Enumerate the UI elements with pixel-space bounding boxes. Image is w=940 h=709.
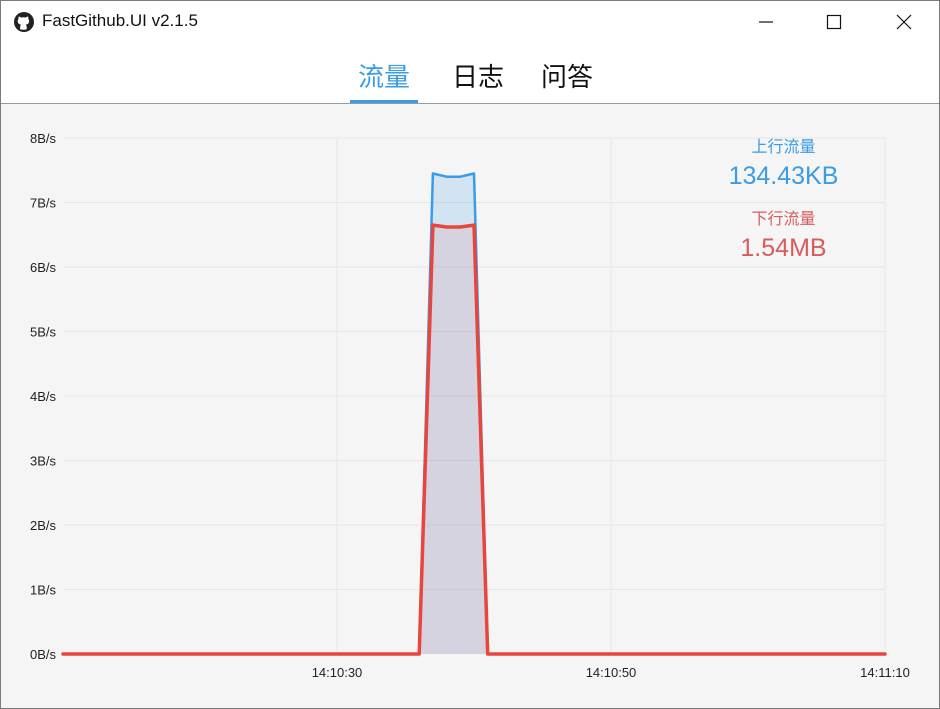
x-tick-label: 14:10:50	[586, 665, 637, 680]
close-button[interactable]	[869, 1, 939, 43]
minimize-button[interactable]	[731, 1, 801, 43]
y-tick-label: 7B/s	[30, 196, 57, 211]
traffic-panel: 0B/s 1B/s 2B/s 3B/s 4B/s 5B/s 6B/s 7B/s 8B/s 14:1…	[1, 104, 939, 708]
maximize-button[interactable]	[799, 1, 869, 43]
tab-faq[interactable]: 问答	[541, 57, 593, 103]
maximize-icon	[826, 14, 842, 30]
github-logo-icon	[14, 12, 34, 32]
title-bar[interactable]: FastGithub.UI v2.1.5	[1, 1, 939, 43]
download-label: 下行流量	[751, 209, 816, 228]
traffic-stats: 上行流量 134.43KB 下行流量 1.54MB	[701, 136, 866, 280]
y-tick-label: 4B/s	[30, 389, 57, 404]
window-title: FastGithub.UI v2.1.5	[42, 11, 198, 30]
active-tab-indicator	[350, 100, 418, 103]
y-tick-label: 3B/s	[30, 454, 57, 469]
download-value: 1.54MB	[740, 234, 827, 262]
upload-value: 134.43KB	[728, 162, 839, 190]
minimize-icon	[759, 21, 773, 23]
tab-traffic[interactable]: 流量	[358, 57, 410, 103]
y-tick-label: 8B/s	[30, 131, 57, 146]
x-tick-label: 14:10:30	[312, 665, 363, 680]
x-tick-label: 14:11:10	[860, 665, 910, 680]
y-tick-label: 0B/s	[30, 647, 57, 662]
y-tick-label: 1B/s	[30, 583, 57, 598]
y-tick-label: 6B/s	[30, 260, 57, 275]
tab-logs[interactable]: 日志	[452, 57, 504, 103]
y-tick-label: 5B/s	[30, 325, 57, 340]
upload-label: 上行流量	[751, 137, 816, 156]
app-window: FastGithub.UI v2.1.5 流量 日志 问答 0B/s 1B/s 2B…	[0, 0, 940, 709]
close-icon	[896, 14, 912, 30]
tab-bar: 流量 日志 问答	[1, 43, 939, 104]
y-tick-label: 2B/s	[30, 518, 57, 533]
